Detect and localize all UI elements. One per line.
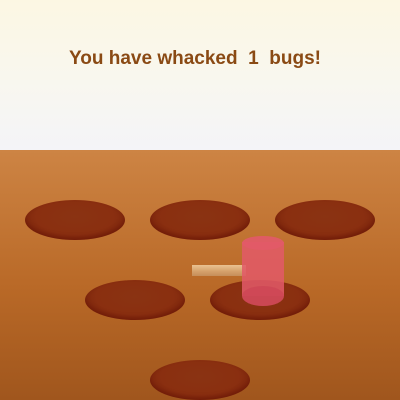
bug-hole-6[interactable] bbox=[150, 360, 250, 400]
mallet-icon[interactable] bbox=[192, 236, 284, 306]
sky-background bbox=[0, 0, 400, 150]
bug-hole-2[interactable] bbox=[150, 200, 250, 240]
score-message: You have whacked 1 bugs! bbox=[69, 48, 321, 69]
bug-hole-4[interactable] bbox=[85, 280, 185, 320]
bug-hole-1[interactable] bbox=[25, 200, 125, 240]
bug-hole-3[interactable] bbox=[275, 200, 375, 240]
mallet-head bbox=[242, 236, 284, 306]
mallet-handle bbox=[192, 265, 246, 276]
